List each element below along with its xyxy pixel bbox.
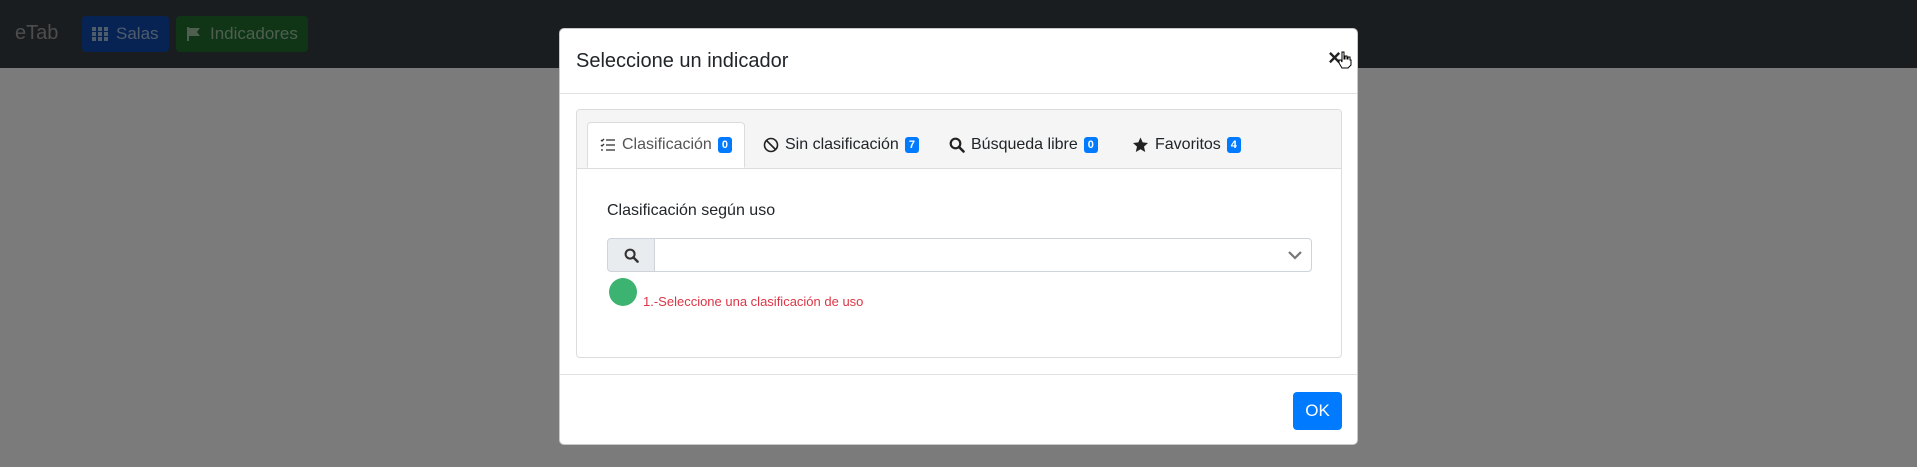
- status-indicator: [609, 278, 637, 306]
- checklist-icon: [600, 138, 615, 151]
- classification-select[interactable]: [654, 238, 1312, 272]
- search-icon: [624, 248, 639, 263]
- tab-favoritos[interactable]: Favoritos 4: [1120, 122, 1253, 168]
- hand-cursor-icon: [1338, 51, 1352, 69]
- classification-input-group: [607, 238, 1312, 272]
- tab-sin-clasificacion-label: Sin clasificación: [785, 136, 899, 153]
- ok-button[interactable]: OK: [1293, 392, 1342, 430]
- tab-favoritos-count: 4: [1226, 137, 1241, 153]
- modal-header: Seleccione un indicador ×: [560, 29, 1357, 94]
- indicator-modal: Seleccione un indicador × Clasificación …: [559, 28, 1358, 445]
- ban-icon: [763, 137, 779, 153]
- tab-clasificacion-count: 0: [717, 137, 732, 153]
- search-icon: [949, 137, 965, 153]
- tab-busqueda-libre[interactable]: Búsqueda libre 0: [937, 122, 1110, 168]
- tab-clasificacion-label: Clasificación: [622, 136, 712, 153]
- modal-title: Seleccione un indicador: [576, 50, 789, 72]
- tab-favoritos-label: Favoritos: [1155, 136, 1221, 153]
- hint-text: 1.-Seleccione una clasificación de uso: [643, 294, 864, 309]
- tab-card: Clasificación 0 Sin clasificación 7 Búsq…: [576, 109, 1342, 358]
- tab-clasificacion[interactable]: Clasificación 0: [587, 122, 745, 168]
- tab-sin-clasificacion-count: 7: [904, 137, 919, 153]
- modal-footer: OK: [560, 374, 1357, 445]
- chevron-down-icon: [1288, 251, 1302, 260]
- tab-bar: Clasificación 0 Sin clasificación 7 Búsq…: [577, 110, 1341, 169]
- tab-busqueda-libre-count: 0: [1083, 137, 1098, 153]
- tab-sin-clasificacion[interactable]: Sin clasificación 7: [751, 122, 931, 168]
- section-label: Clasificación según uso: [607, 202, 776, 219]
- search-addon: [607, 238, 655, 272]
- star-icon: [1133, 137, 1148, 152]
- tab-busqueda-libre-label: Búsqueda libre: [971, 136, 1078, 153]
